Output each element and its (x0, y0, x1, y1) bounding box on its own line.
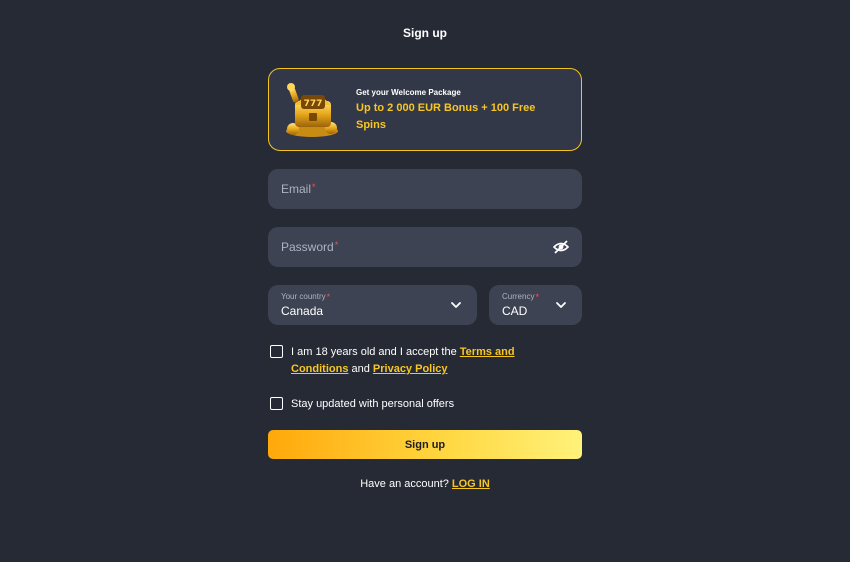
currency-label: Currency* (502, 292, 539, 302)
required-mark: * (334, 240, 339, 250)
terms-text: I am 18 years old and I accept the Terms… (291, 346, 515, 375)
chevron-down-icon (556, 302, 566, 308)
svg-text:777: 777 (304, 99, 323, 109)
required-mark: * (312, 182, 316, 192)
login-prompt-text: Have an account? (360, 478, 449, 490)
terms-checkbox[interactable] (270, 345, 283, 358)
promo-offer: Up to 2 000 EUR Bonus + 100 Free Spins (356, 102, 536, 131)
currency-value: CAD (502, 304, 528, 318)
promo-kicker: Get your Welcome Package (356, 88, 461, 97)
treasure-chest-icon: 777 (286, 83, 338, 137)
eye-slash-icon[interactable] (553, 239, 569, 255)
offers-checkbox[interactable] (270, 397, 283, 410)
country-value: Canada (281, 304, 324, 318)
log-in-link[interactable]: LOG IN (452, 478, 490, 490)
sign-up-button[interactable]: Sign up (268, 430, 582, 459)
offers-text: Stay updated with personal offers (291, 398, 455, 410)
currency-select[interactable]: Currency* CAD (489, 285, 582, 325)
page-title: Sign up (403, 26, 447, 40)
signup-page: Sign up 777 Get your Welcome Package Up … (0, 0, 850, 562)
required-mark: * (326, 292, 331, 302)
password-placeholder: Password* (281, 240, 339, 254)
country-select[interactable]: Your country* Canada (268, 285, 477, 325)
password-field[interactable]: Password* (268, 227, 582, 267)
welcome-package-banner: 777 Get your Welcome Package Up to 2 000… (268, 68, 582, 151)
email-placeholder: Email* (281, 182, 316, 196)
required-mark: * (535, 292, 539, 302)
email-field[interactable]: Email* (268, 169, 582, 209)
login-prompt: Have an account? LOG IN (0, 478, 850, 490)
chevron-down-icon (451, 302, 461, 308)
privacy-policy-link[interactable]: Privacy Policy (373, 363, 448, 375)
country-label: Your country* (281, 292, 331, 302)
